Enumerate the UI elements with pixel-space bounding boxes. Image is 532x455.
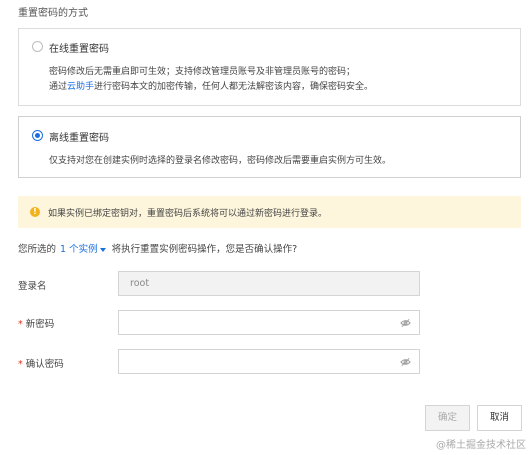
confirm-password-label-text: 确认密码	[25, 359, 64, 370]
online-reset-title: 在线重置密码	[49, 44, 109, 55]
online-reset-desc-prefix: 通过	[49, 82, 68, 92]
new-password-label-text: 新密码	[25, 319, 55, 330]
chevron-down-icon[interactable]	[99, 247, 106, 252]
confirm-password-label: * 确认密码	[18, 356, 64, 370]
online-reset-desc-suffix: 进行密码本文的加密传输，任何人都无法解密该内容，确保密码安全。	[94, 82, 374, 92]
login-name-label: 登录名	[18, 281, 47, 292]
eye-hidden-icon[interactable]	[400, 318, 411, 328]
offline-reset-option[interactable]: 离线重置密码 仅支持对您在创建实例时选择的登录名修改密码，密码修改后需要重启实例…	[18, 116, 521, 178]
cancel-button[interactable]: 取消	[477, 405, 522, 431]
online-reset-radio[interactable]	[32, 41, 43, 52]
confirm-line: 您所选的 1 个实例 将执行重置实例密码操作，您是否确认操作?	[18, 241, 297, 255]
section-title: 重置密码的方式	[18, 8, 88, 19]
notice-text: 如果实例已绑定密钥对，重置密码后系统将可以通过新密码进行登录。	[48, 209, 328, 219]
login-name-value: root	[130, 278, 150, 289]
radio-selected-dot	[35, 133, 40, 138]
online-reset-option[interactable]: 在线重置密码 密码修改后无需重启即可生效；支持修改管理员账号及非管理员账号的密码…	[18, 28, 521, 106]
online-reset-desc-line1: 密码修改后无需重启即可生效；支持修改管理员账号及非管理员账号的密码；	[49, 67, 356, 77]
cloud-assistant-link[interactable]: 云助手	[67, 82, 94, 92]
confirm-password-input[interactable]	[118, 349, 420, 374]
required-asterisk: *	[18, 319, 23, 330]
warning-icon: !	[30, 207, 40, 217]
login-name-field: root	[118, 271, 420, 296]
online-reset-desc-line2: 通过云助手进行密码本文的加密传输，任何人都无法解密该内容，确保密码安全。	[49, 80, 373, 95]
offline-reset-title: 离线重置密码	[49, 133, 109, 144]
new-password-input[interactable]	[118, 310, 420, 335]
watermark: @稀土掘金技术社区	[436, 440, 526, 451]
confirm-suffix: 将执行重置实例密码操作，您是否确认操作?	[111, 244, 298, 255]
confirm-prefix: 您所选的	[18, 244, 57, 255]
offline-reset-desc: 仅支持对您在创建实例时选择的登录名修改密码，密码修改后需要重启实例方可生效。	[49, 156, 392, 166]
eye-hidden-icon[interactable]	[400, 357, 411, 367]
notice-banner: ! 如果实例已绑定密钥对，重置密码后系统将可以通过新密码进行登录。	[18, 196, 521, 228]
new-password-label: * 新密码	[18, 316, 54, 330]
confirm-button[interactable]: 确定	[425, 405, 470, 431]
instance-count-dropdown[interactable]: 1 个实例	[60, 244, 98, 255]
required-asterisk: *	[18, 359, 23, 370]
offline-reset-radio[interactable]	[32, 130, 43, 141]
